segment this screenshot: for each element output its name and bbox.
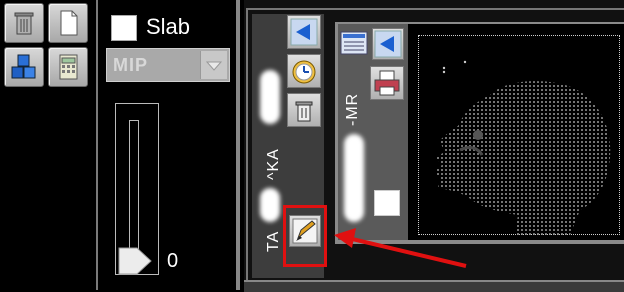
calculator-icon [59,54,78,80]
cubes-icon [11,54,36,79]
trash-can-icon [14,12,34,35]
panel-divider-right [236,0,240,290]
projection-mode-select[interactable]: MIP [106,48,230,82]
slider-value: 0 [167,250,179,272]
collapse-button[interactable] [287,15,321,49]
mip-head-image [434,60,611,235]
redacted-patient-id [260,188,280,222]
bottom-status-bar [244,280,624,292]
chevron-down-icon [205,61,223,71]
series-square-indicator [374,190,400,216]
tool-palette [0,0,98,290]
printer-icon [374,70,400,96]
collapse-arrow-icon [290,18,318,46]
annotation-arrow [334,228,467,268]
calculator-button[interactable] [48,47,88,87]
cubes-button[interactable] [4,47,44,87]
list-icon [340,31,368,55]
collapse-arrow-icon [374,30,402,58]
collapse-image-button[interactable] [372,28,404,60]
square-icon [375,191,399,215]
panel-divider-left [96,0,98,290]
slider-thumb[interactable] [117,246,153,276]
modality-label: -MR [344,92,361,126]
clock-icon [292,60,316,84]
slab-checkbox[interactable] [111,15,137,41]
patient-label-prefix: TA [265,230,282,252]
redacted-series-description [344,134,364,222]
delete-icon [295,101,313,122]
slab-label: Slab [146,14,191,39]
delete-series-button[interactable] [287,93,321,127]
trash-can-button[interactable] [4,3,44,43]
slider-groove [129,120,139,260]
redacted-patient-name [260,70,280,124]
new-document-button[interactable] [48,3,88,43]
patient-label-suffix: ^KA [265,148,282,180]
timer-button[interactable] [287,54,321,88]
series-list-button[interactable] [339,28,369,58]
dropdown-arrow-button[interactable] [200,51,227,79]
new-document-icon [60,10,78,36]
print-button[interactable] [370,66,404,100]
annotation-highlight-box [283,205,327,267]
projection-mode-value: MIP [113,55,149,75]
